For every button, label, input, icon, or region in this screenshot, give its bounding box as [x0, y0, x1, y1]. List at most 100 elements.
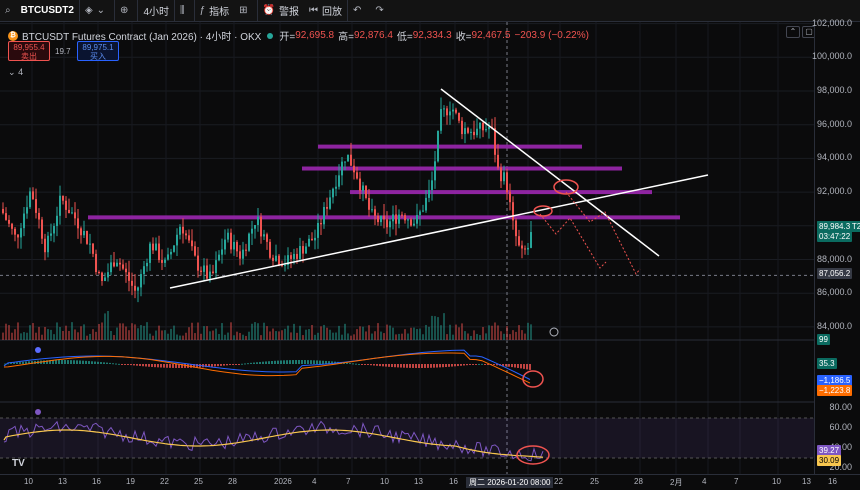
volume-bar — [386, 324, 388, 340]
candle-body — [188, 235, 190, 241]
candle-body — [164, 259, 166, 263]
candle-body — [434, 161, 436, 181]
macd-histogram-bar — [529, 364, 531, 370]
macd-histogram-bar — [460, 364, 462, 366]
chevron-up-icon: ⌃ — [789, 27, 797, 36]
volume-bar — [476, 333, 478, 340]
volume-bar — [11, 332, 13, 340]
volume-bar — [401, 333, 403, 340]
time-tick-label: 19 — [126, 477, 135, 486]
candle-body — [506, 172, 508, 193]
volume-bar — [299, 325, 301, 340]
volume-bar — [146, 322, 148, 340]
undo-icon: ↶ — [353, 5, 362, 16]
volume-bar — [416, 328, 418, 340]
alert-button[interactable]: ⏰ 警报 — [258, 0, 304, 22]
macd-histogram-bar — [94, 361, 96, 364]
candle-body — [419, 211, 421, 216]
volume-bar — [101, 322, 103, 340]
volume-bar — [362, 326, 364, 340]
volume-bar — [89, 333, 91, 340]
volume-bar — [179, 335, 181, 340]
macd-histogram-bar — [361, 364, 363, 365]
symbol-search[interactable]: ⌕ BTCUSDT2 — [0, 0, 80, 22]
chart-type-button[interactable]: ⫼ — [175, 0, 195, 22]
sell-button[interactable]: 89,955.4 卖出 — [8, 41, 50, 61]
macd-histogram-bar — [289, 360, 291, 364]
crosshair-date: 周二 2026-01-20 — [469, 478, 531, 487]
candle-body — [95, 253, 97, 273]
price-tick-label: 100,000.0 — [811, 51, 852, 62]
time-tick-label: 4 — [312, 477, 317, 486]
candle-body — [134, 285, 136, 291]
candle-body — [218, 254, 220, 261]
time-axis[interactable]: 10 13 16 19 22 25 28 2026 4 7 10 13 16 22 25 28 2月 4 7 10 13… — [0, 474, 860, 490]
undo-button[interactable]: ↶ — [348, 0, 370, 22]
candle-body — [383, 215, 385, 220]
add-symbol-button[interactable]: ⊕ — [115, 0, 139, 22]
exchange-selector[interactable]: ◈ ⌄ — [80, 0, 116, 22]
candle-body — [365, 185, 367, 198]
volume-bar — [461, 323, 463, 340]
interval-button[interactable]: 4小时 — [138, 0, 175, 22]
macd-histogram-bar — [448, 364, 450, 367]
macd-histogram-bar — [403, 364, 405, 368]
candle-body — [299, 246, 301, 259]
volume-bar — [224, 334, 226, 340]
layouts-button[interactable]: ⊞ — [234, 0, 258, 22]
macd-histogram-bar — [16, 362, 18, 364]
volume-bar — [410, 327, 412, 340]
volume-bar — [230, 322, 232, 340]
indicator-collapse-toggle[interactable]: ⌄ 4 — [8, 67, 23, 78]
price-tick-label: 84,000.0 — [816, 320, 852, 331]
candle-body — [398, 214, 400, 224]
candle-body — [77, 218, 79, 229]
macd-histogram-bar — [304, 360, 306, 364]
candle-body — [326, 206, 328, 209]
volume-bar — [17, 322, 19, 340]
candle-body — [161, 260, 163, 263]
chart-canvas[interactable]: TV — [0, 22, 814, 474]
candle-body — [101, 272, 103, 281]
volume-bar — [260, 335, 262, 340]
indicators-button[interactable]: ƒ 指标 — [195, 0, 235, 22]
time-tick-label: 16 — [92, 477, 101, 486]
macd-highlight-circle — [522, 370, 544, 388]
volume-bar — [167, 333, 169, 340]
volume-bar — [212, 330, 214, 340]
macd-histogram-bar — [475, 364, 477, 365]
macd-histogram-bar — [430, 364, 432, 368]
rsi-ma-tag: 30.09 — [817, 455, 842, 466]
volume-bar — [512, 330, 514, 340]
candle-body — [317, 223, 319, 238]
macd-histogram-bar — [139, 364, 141, 366]
collapse-pane-button[interactable]: ⌃ — [786, 26, 800, 38]
redo-button[interactable]: ↷ — [370, 0, 392, 22]
candle-body — [437, 130, 439, 162]
volume-bar — [173, 325, 175, 340]
candle-body — [47, 235, 49, 253]
price-candles — [2, 97, 532, 303]
candle-body — [311, 238, 313, 241]
candle-body — [389, 221, 391, 228]
macd-histogram-bar — [115, 363, 117, 365]
buy-button[interactable]: 89,975.1 买入 — [77, 41, 119, 61]
macd-histogram-bar — [79, 360, 81, 364]
volume-bar — [254, 322, 256, 340]
volume-bar — [404, 329, 406, 340]
replay-button[interactable]: ⏮ 回放 — [304, 0, 349, 22]
volume-bar — [515, 331, 517, 340]
legend-title: BTCUSDT Futures Contract (Jan 2026) · 4小… — [22, 32, 262, 43]
volume-bar — [122, 323, 124, 340]
candle-body — [59, 195, 61, 216]
candle-body — [455, 109, 457, 113]
candle-body — [371, 209, 373, 211]
price-axis[interactable]: 102,000.0 100,000.0 98,000.0 96,000.0 94,000… — [811, 18, 860, 474]
macd-histogram-bar — [526, 364, 528, 370]
volume-bar — [434, 316, 436, 340]
macd-histogram-bar — [310, 360, 312, 364]
macd-histogram-bar — [253, 362, 255, 364]
volume-bar — [149, 333, 151, 340]
candle-body — [92, 243, 94, 254]
candle-body — [431, 180, 433, 190]
